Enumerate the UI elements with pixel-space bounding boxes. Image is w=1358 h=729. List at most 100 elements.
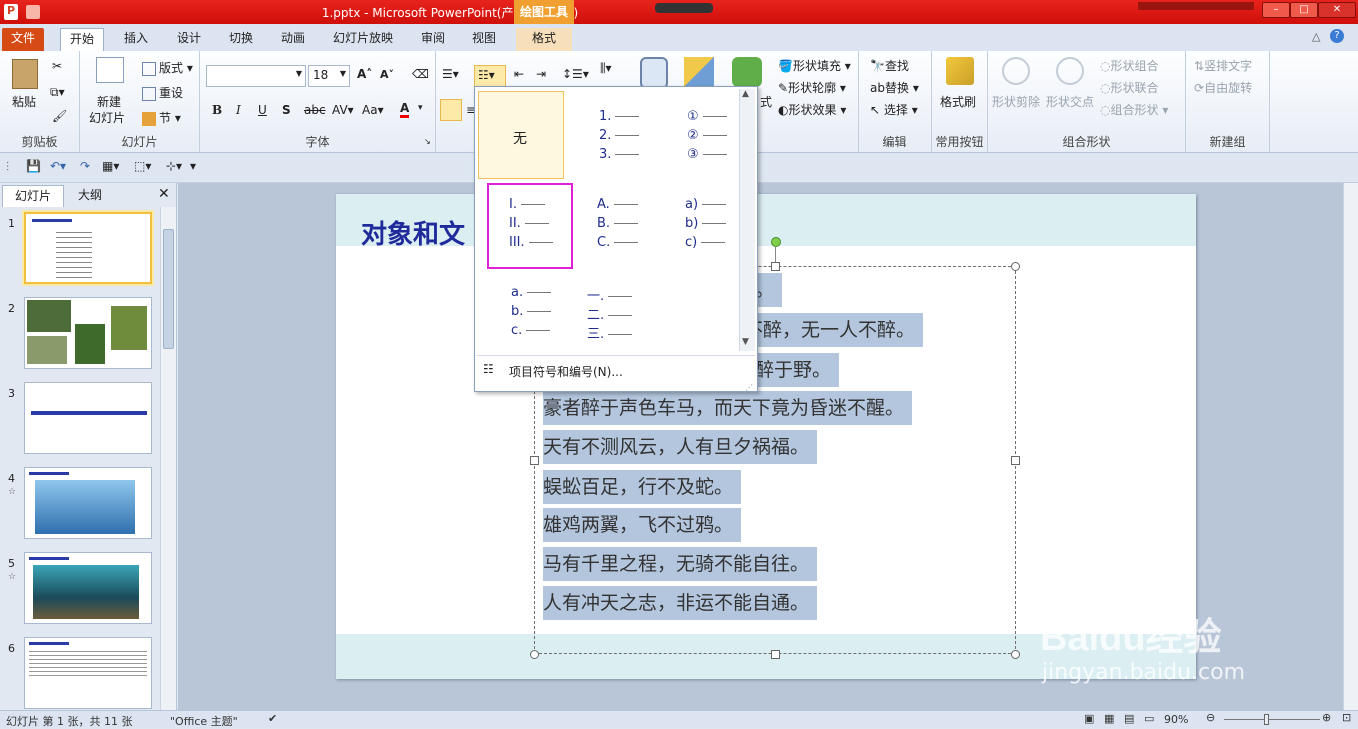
slide-thumbnail-3[interactable] (24, 382, 152, 454)
tab-home[interactable]: 开始 (60, 28, 105, 51)
zoom-out-icon[interactable]: ⊖ (1206, 711, 1215, 724)
text-line[interactable]: 豪者醉于声色车马，而天下竟为昏迷不醒。 (543, 391, 913, 425)
resize-handle[interactable] (530, 650, 539, 659)
char-spacing-icon[interactable]: AV▾ (332, 103, 354, 117)
vertical-text-button[interactable]: ⇅竖排文字 (1194, 57, 1252, 74)
resize-handle[interactable] (771, 262, 780, 271)
font-size-select[interactable]: 18 ▼ (308, 65, 350, 87)
tab-design[interactable]: 设计 (168, 28, 210, 51)
resize-grip-icon[interactable]: ⋰ (745, 383, 753, 392)
text-line[interactable]: 人有冲天之志，非运不能自通。 (543, 586, 818, 620)
line-spacing-icon[interactable]: ↕☰▾ (562, 67, 589, 81)
grow-font-icon[interactable]: A˄ (357, 67, 372, 81)
resize-handle[interactable] (771, 650, 780, 659)
quick-styles-icon[interactable] (732, 57, 762, 87)
bullets-and-numbering-item[interactable]: ☷ 项目符号和编号(N)... (477, 355, 755, 383)
slide-thumbnail-6[interactable] (24, 637, 152, 709)
maximize-button[interactable]: □ (1290, 2, 1318, 18)
free-rotate-button[interactable]: ⟳自由旋转 (1194, 79, 1252, 96)
zoom-level[interactable]: 90% (1164, 713, 1188, 726)
copy-icon[interactable]: ⧉▾ (50, 85, 65, 100)
slideshow-view-icon[interactable]: ▭ (1144, 712, 1154, 725)
sorter-view-icon[interactable]: ▦ (1104, 712, 1114, 725)
numbering-option-roman[interactable]: I. II. III. (487, 183, 573, 269)
shape-outline-button[interactable]: ✎形状轮廓 ▾ (778, 79, 846, 96)
text-direction-icon[interactable]: ⫼▾ (600, 61, 612, 76)
shape-intersect-button[interactable]: 形状交点 (1046, 93, 1094, 110)
increase-indent-icon[interactable]: ⇥ (536, 67, 546, 81)
resize-handle[interactable] (1011, 650, 1020, 659)
tab-file[interactable]: 文件 (2, 28, 45, 51)
zoom-slider[interactable] (1224, 719, 1320, 720)
tab-animations[interactable]: 动画 (272, 28, 314, 51)
slides-pane-scrollbar[interactable] (160, 207, 176, 710)
text-line[interactable]: 雄鸡两翼，飞不过鸦。 (543, 508, 742, 542)
resize-handle[interactable] (1011, 456, 1020, 465)
numbering-option-lower-alpha[interactable]: a. b. c. (483, 271, 569, 359)
group-shape-button[interactable]: ◌组合形状 ▾ (1100, 101, 1168, 118)
shrink-font-icon[interactable]: A˅ (380, 68, 394, 81)
canvas-scrollbar[interactable] (1343, 183, 1358, 710)
numbering-option-lower-alpha-paren[interactable]: a) b) c) (659, 183, 745, 271)
help-icon[interactable]: ? (1330, 29, 1344, 43)
resize-handle[interactable] (530, 456, 539, 465)
find-button[interactable]: 🔭查找 (870, 57, 909, 74)
numbering-option-circled[interactable]: ① ② ③ (659, 91, 745, 179)
tab-slides[interactable]: 幻灯片 (2, 185, 65, 207)
paste-icon[interactable] (12, 59, 38, 89)
shadow-icon[interactable]: S (282, 103, 291, 117)
dropdown-scrollbar[interactable]: ▲ ▼ (739, 89, 755, 351)
format-brush-small-icon[interactable]: 🖌 (52, 109, 67, 123)
replace-button[interactable]: ab替换 ▾ (870, 79, 919, 96)
underline-icon[interactable]: U (258, 103, 267, 117)
new-slide-button-line2[interactable]: 幻灯片 (89, 109, 125, 126)
strikethrough-icon[interactable]: abc (304, 103, 326, 117)
tab-format[interactable]: 格式 (516, 28, 572, 51)
slide-title[interactable]: 对象和文 (361, 214, 465, 251)
slide-thumbnail-2[interactable] (24, 297, 152, 369)
slideshow-icon[interactable]: ▦▾ (102, 159, 119, 173)
font-name-select[interactable]: ▼ (206, 65, 306, 87)
font-color-dropdown-icon[interactable]: ▾ (418, 103, 423, 113)
new-slide-icon[interactable] (96, 57, 124, 83)
paste-button[interactable]: 粘贴 (12, 93, 36, 110)
spell-check-icon[interactable]: ✔ (268, 712, 277, 725)
align-icon[interactable]: ⊹▾ (166, 159, 182, 173)
close-button[interactable]: ✕ (1318, 2, 1356, 18)
quick-styles-label[interactable]: 式 (760, 93, 772, 110)
align-left-button[interactable] (440, 99, 462, 121)
bullets-icon[interactable]: ☰▾ (442, 67, 459, 81)
scroll-up-icon[interactable]: ▲ (742, 89, 749, 99)
text-line[interactable]: 醉于野。 (755, 353, 840, 387)
arrange-icon[interactable] (684, 57, 714, 87)
clear-format-icon[interactable]: ⌫ (412, 67, 429, 81)
font-color-icon[interactable]: A (400, 101, 410, 118)
rotate-handle[interactable] (771, 237, 781, 247)
text-line[interactable]: 蜈蚣百足，行不及蛇。 (543, 470, 742, 504)
draw-icon[interactable]: ⬚▾ (134, 159, 151, 173)
decrease-indent-icon[interactable]: ⇤ (514, 67, 524, 81)
slide-thumbnail-1[interactable] (24, 212, 152, 284)
numbering-none-option[interactable]: 无 (478, 91, 564, 179)
tab-view[interactable]: 视图 (463, 28, 505, 51)
scroll-down-icon[interactable]: ▼ (742, 337, 749, 347)
tab-transitions[interactable]: 切换 (220, 28, 262, 51)
customize-qat-icon[interactable]: ▾ (190, 159, 196, 173)
undo-icon[interactable]: ↶▾ (50, 159, 66, 173)
zoom-in-icon[interactable]: ⊕ (1322, 711, 1331, 724)
slide-thumbnail-4[interactable] (24, 467, 152, 539)
text-line[interactable]: 马有千里之程，无骑不能自往。 (543, 547, 818, 581)
tab-slideshow[interactable]: 幻灯片放映 (324, 28, 402, 51)
numbering-option-chinese[interactable]: 一. 二. 三. (571, 271, 657, 359)
save-icon[interactable]: 💾 (26, 159, 41, 173)
normal-view-icon[interactable]: ▣ (1084, 712, 1094, 725)
tab-review[interactable]: 审阅 (412, 28, 454, 51)
slide-thumbnail-5[interactable] (24, 552, 152, 624)
reset-button[interactable]: 重设 (142, 84, 183, 101)
fit-slide-icon[interactable]: ⊡ (1342, 711, 1351, 724)
bold-icon[interactable]: B (212, 103, 222, 117)
shape-effect-button[interactable]: ◐形状效果 ▾ (778, 101, 846, 118)
numbering-button[interactable]: ☷▾ (474, 65, 506, 87)
numbering-option-upper-alpha[interactable]: A. B. C. (571, 183, 657, 271)
text-line[interactable]: 天有不测风云，人有旦夕祸福。 (543, 430, 818, 464)
